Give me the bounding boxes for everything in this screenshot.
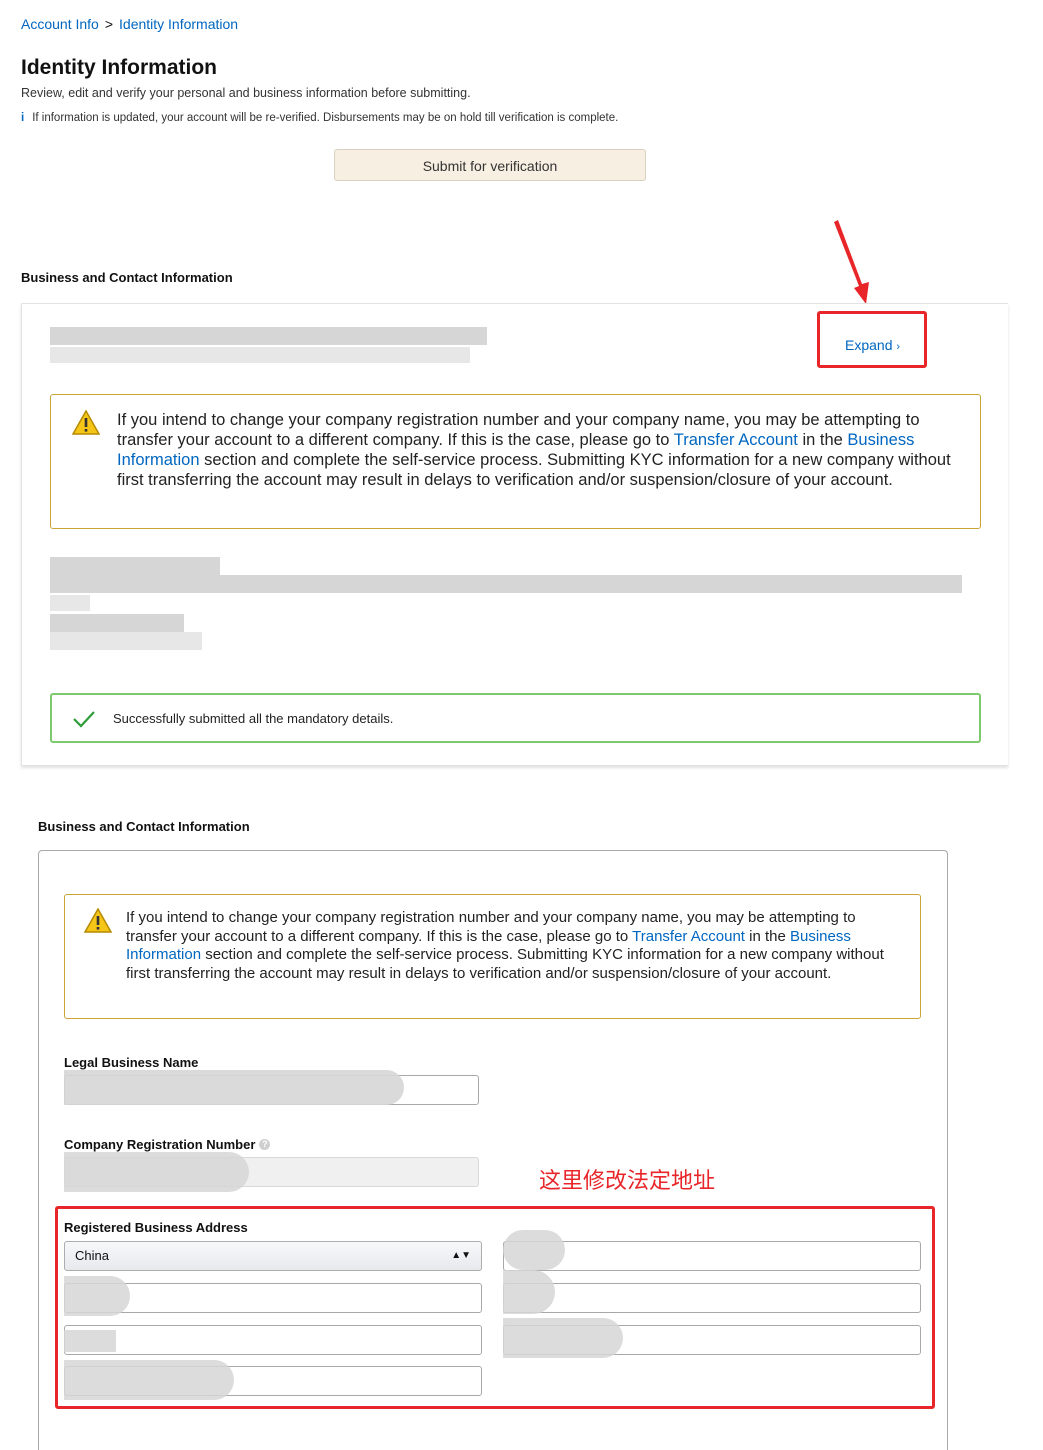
expand-label: Expand — [845, 337, 893, 353]
redacted-city — [503, 1230, 565, 1270]
country-select-value: China — [75, 1248, 109, 1263]
redacted-address-line-3 — [64, 1360, 234, 1400]
warning-triangle-icon — [72, 410, 100, 435]
warning-text-part2: in the — [744, 927, 790, 945]
redacted-field-label — [50, 557, 220, 575]
legal-business-name-label: Legal Business Name — [64, 1055, 199, 1070]
redacted-state — [503, 1270, 555, 1314]
submit-for-verification-button[interactable]: Submit for verification — [334, 149, 646, 181]
reverification-notice: i If information is updated, your account… — [21, 112, 618, 124]
address-edit-annotation: 这里修改法定地址 — [539, 1168, 716, 1193]
transfer-account-link[interactable]: Transfer Account — [632, 928, 745, 945]
page-subtitle: Review, edit and verify your personal an… — [21, 86, 471, 100]
city-input[interactable] — [503, 1241, 921, 1271]
select-arrows-icon: ▲▼ — [451, 1250, 471, 1261]
breadcrumb: Account Info > Identity Information — [21, 16, 238, 32]
company-registration-number-label: Company Registration Number? — [64, 1137, 271, 1152]
warning-text-part3: section and complete the self-service pr… — [117, 451, 951, 489]
section-title-business-contact: Business and Contact Information — [21, 270, 233, 285]
redacted-field-line — [50, 614, 184, 632]
company-transfer-warning-text-expanded: If you intend to change your company reg… — [126, 909, 896, 983]
warning-triangle-icon — [84, 908, 112, 933]
redacted-address-line-1 — [64, 1276, 130, 1316]
breadcrumb-separator: > — [104, 16, 114, 32]
info-icon: i — [21, 112, 25, 124]
redacted-postal-code — [503, 1318, 623, 1358]
checkmark-icon — [73, 711, 95, 728]
redacted-company-name — [50, 327, 487, 345]
company-registration-number-label-text: Company Registration Number — [64, 1137, 256, 1152]
redacted-company-registration-number — [64, 1152, 249, 1192]
company-transfer-warning-text: If you intend to change your company reg… — [117, 410, 952, 490]
reverification-notice-text: If information is updated, your account … — [32, 112, 619, 124]
warning-text-part3: section and complete the self-service pr… — [126, 946, 884, 982]
redacted-address-line-2 — [64, 1330, 116, 1352]
state-input[interactable] — [503, 1283, 921, 1313]
address-line-2-input[interactable] — [64, 1325, 482, 1355]
registered-business-address-label: Registered Business Address — [64, 1220, 248, 1235]
page-title: Identity Information — [21, 56, 217, 79]
warning-text-part2: in the — [797, 431, 848, 449]
chevron-right-icon: › — [896, 341, 901, 353]
submission-success-text: Successfully submitted all the mandatory… — [113, 711, 394, 726]
redacted-legal-business-name — [64, 1070, 404, 1105]
redacted-field-line — [50, 595, 90, 611]
breadcrumb-current[interactable]: Identity Information — [119, 16, 238, 32]
expand-link[interactable]: Expand › — [845, 337, 900, 353]
breadcrumb-account-info-link[interactable]: Account Info — [21, 16, 99, 32]
redacted-field-line — [50, 632, 202, 650]
red-arrow-annotation — [834, 220, 869, 304]
section-title-business-contact-expanded: Business and Contact Information — [38, 819, 250, 834]
country-select[interactable]: China ▲▼ — [64, 1241, 482, 1271]
redacted-company-subline — [50, 347, 470, 363]
question-circle-icon[interactable]: ? — [259, 1139, 271, 1150]
transfer-account-link[interactable]: Transfer Account — [674, 431, 798, 449]
redacted-field-value — [50, 575, 962, 593]
